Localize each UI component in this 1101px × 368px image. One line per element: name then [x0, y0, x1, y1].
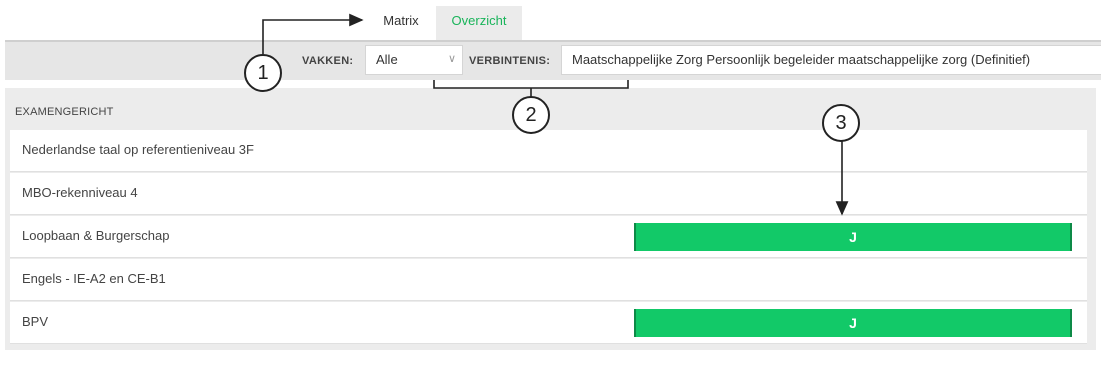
verbintenis-select[interactable]: Maatschappelijke Zorg Persoonlijk begele… [561, 45, 1101, 75]
table-row: MBO-rekenniveau 4 [10, 173, 1087, 215]
filter-toolbar: VAKKEN: Alle ∨ VERBINTENIS: Maatschappel… [5, 40, 1101, 80]
vakken-select-value: Alle [376, 52, 398, 67]
row-label: Loopbaan & Burgerschap [22, 228, 170, 243]
row-label: Engels - IE-A2 en CE-B1 [22, 271, 166, 286]
verbintenis-label: VERBINTENIS: [469, 55, 551, 67]
verbintenis-select-value: Maatschappelijke Zorg Persoonlijk begele… [572, 52, 1031, 67]
row-label: Nederlandse taal op referentieniveau 3F [22, 142, 254, 157]
chevron-down-icon: ∨ [447, 53, 456, 65]
callout-2: 2 [512, 96, 550, 134]
result-bar[interactable]: J [634, 309, 1072, 337]
row-label: MBO-rekenniveau 4 [22, 185, 138, 200]
exam-panel: EXAMENGERICHT Nederlandse taal op refere… [5, 88, 1096, 350]
vakken-label: VAKKEN: [302, 55, 354, 67]
row-label: BPV [22, 314, 49, 329]
tab-matrix[interactable]: Matrix [368, 6, 434, 40]
table-row: Nederlandse taal op referentieniveau 3F [10, 130, 1087, 172]
table-row: Engels - IE-A2 en CE-B1 [10, 259, 1087, 301]
section-title: EXAMENGERICHT [15, 106, 114, 118]
vakken-select[interactable]: Alle ∨ [365, 45, 463, 75]
callout-1: 1 [244, 54, 282, 92]
result-bar[interactable]: J [634, 223, 1072, 251]
callout-3: 3 [822, 104, 860, 142]
table-row: Loopbaan & Burgerschap J [10, 216, 1087, 258]
tab-overzicht[interactable]: Overzicht [436, 6, 522, 40]
table-row: BPV J [10, 302, 1087, 344]
